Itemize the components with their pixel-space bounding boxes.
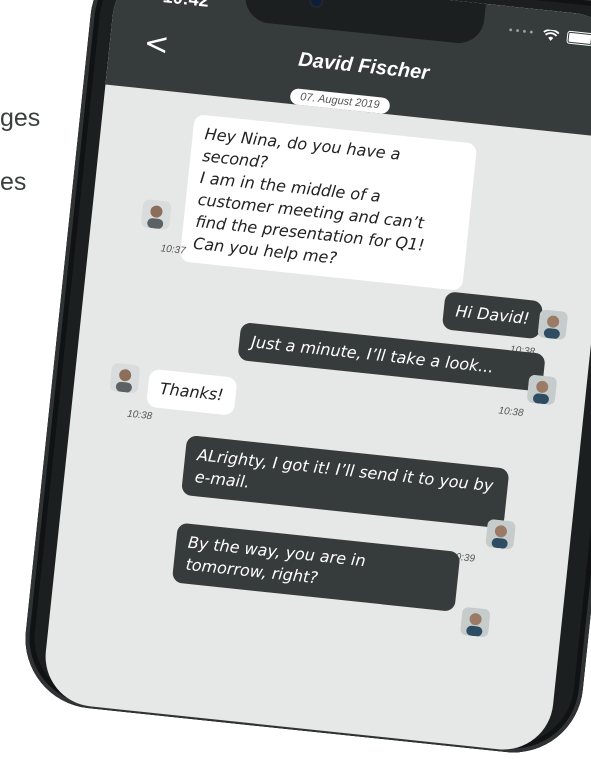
background-text-2: es	[0, 168, 27, 196]
status-time: 10:42	[162, 0, 210, 12]
wifi-icon	[542, 28, 560, 43]
background-text-1: ges	[0, 104, 41, 132]
avatar	[485, 518, 516, 550]
status-icons: ••••	[507, 24, 591, 47]
avatar	[537, 309, 569, 341]
message-bubble-incoming: Thanks!	[146, 368, 238, 416]
message-bubble-incoming: Hey Nina, do you have a second? I am in …	[179, 114, 478, 291]
message-bubble-outgoing: Hi David!	[441, 291, 544, 340]
message-bubble-outgoing: ALrighty, I got it! I’ll send it to you …	[180, 435, 510, 529]
avatar	[109, 362, 141, 394]
message-time: 10:38	[497, 405, 524, 420]
battery-icon	[566, 30, 591, 47]
phone-screen: 10:42 •••• < David Fischer 07. August 20…	[40, 0, 591, 755]
message-bubble-outgoing: By the way, you are in tomorrow, right?	[171, 522, 461, 612]
signal-icon: ••••	[507, 25, 536, 40]
avatar	[459, 606, 491, 638]
avatar	[526, 374, 558, 406]
avatar	[140, 199, 172, 230]
phone-frame: 10:42 •••• < David Fischer 07. August 20…	[18, 0, 591, 759]
camera-icon	[310, 0, 322, 7]
message-time: 10:38	[126, 408, 153, 423]
message-time: 10:37	[160, 243, 187, 257]
